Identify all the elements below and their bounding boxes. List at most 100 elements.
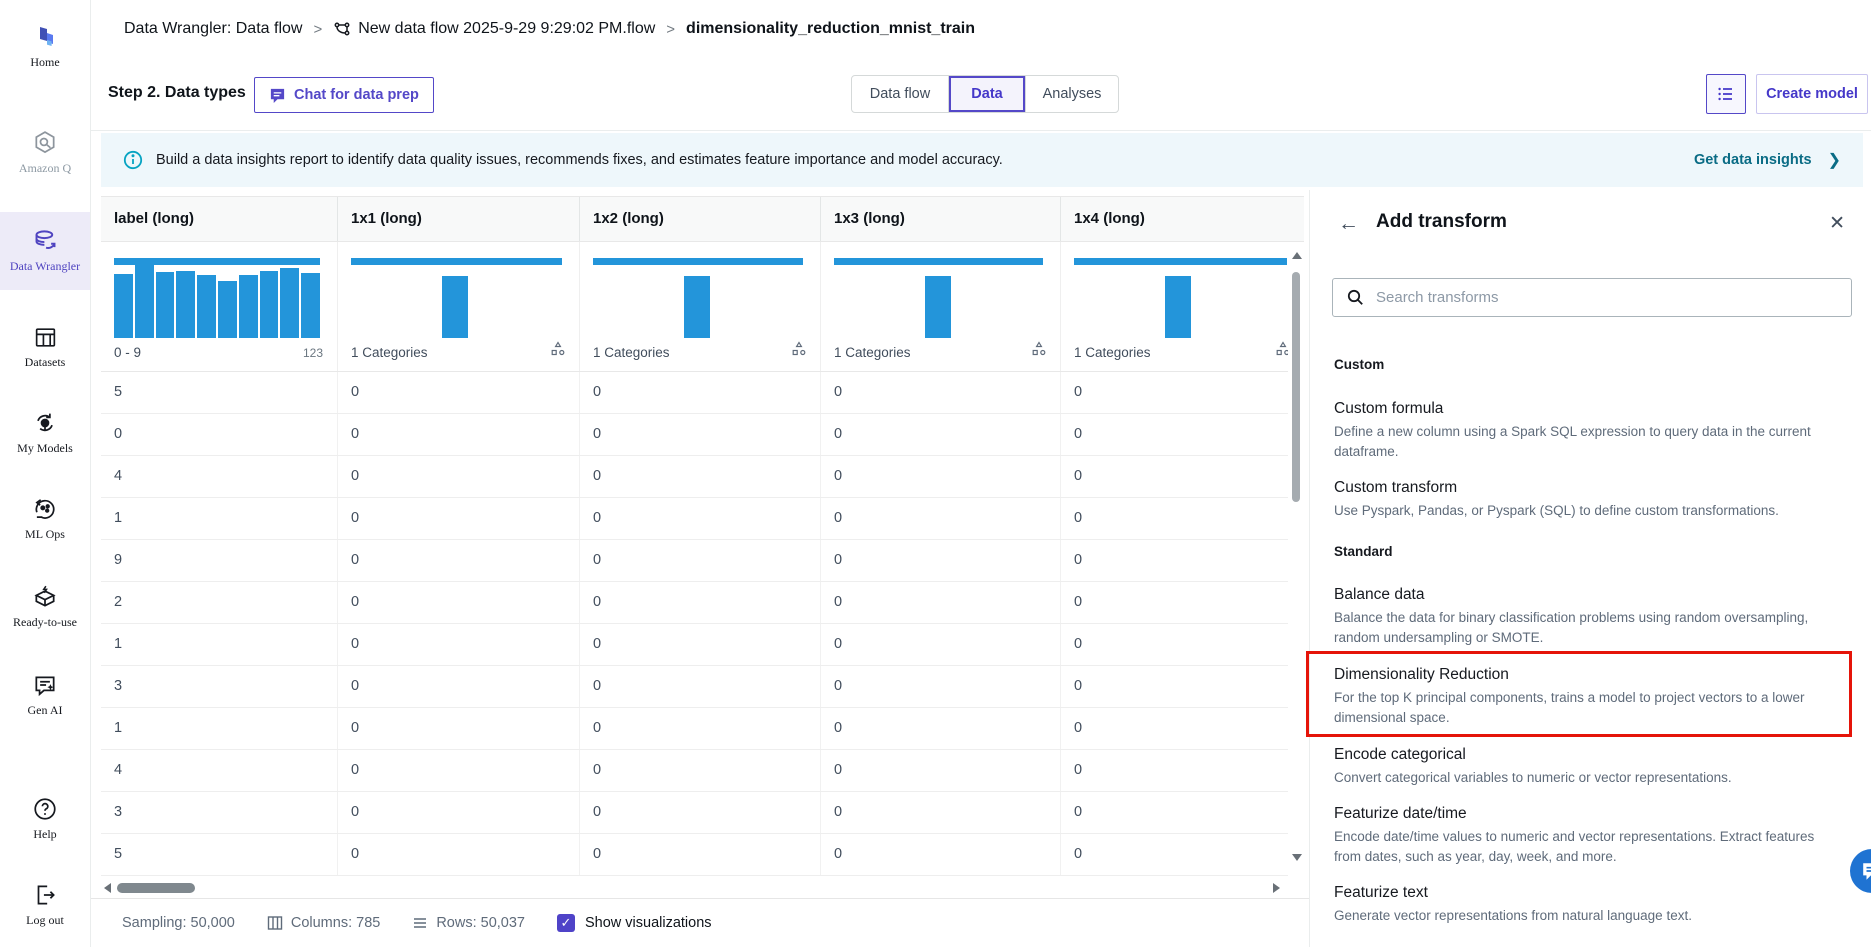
tab-analyses[interactable]: Analyses xyxy=(1025,76,1118,112)
toolbar: Step 2. Data types Chat for data prep Da… xyxy=(90,58,1871,131)
histogram-cell-1x2[interactable]: 1 Categories xyxy=(580,242,821,371)
breadcrumb-current-node: dimensionality_reduction_mnist_train xyxy=(686,20,975,38)
cell-1x1: 0 xyxy=(338,498,580,539)
transform-balance-data[interactable]: Balance data xyxy=(1334,586,1425,604)
tab-data-flow[interactable]: Data flow xyxy=(852,76,948,112)
sidebar-item-label: Amazon Q xyxy=(0,161,90,176)
table-header-row: label (long) 1x1 (long) 1x2 (long) 1x3 (… xyxy=(101,196,1304,242)
breadcrumb-root[interactable]: Data Wrangler: Data flow xyxy=(124,20,302,38)
transform-featurize-text[interactable]: Featurize text xyxy=(1334,884,1428,902)
column-header-1x1[interactable]: 1x1 (long) xyxy=(338,197,580,241)
sidebar-item-my-models[interactable]: My Models xyxy=(0,400,90,456)
cell-1x1: 0 xyxy=(338,414,580,455)
cell-1x1: 0 xyxy=(338,792,580,833)
table-vertical-scrollbar[interactable] xyxy=(1288,242,1304,878)
cell-1x1: 0 xyxy=(338,456,580,497)
scroll-left-arrow[interactable] xyxy=(104,883,111,893)
breadcrumb-separator: > xyxy=(666,21,675,38)
sidebar-item-data-wrangler[interactable]: Data Wrangler xyxy=(0,212,90,290)
column-header-1x2[interactable]: 1x2 (long) xyxy=(580,197,821,241)
histogram-bar xyxy=(1165,276,1191,338)
category-type-icon xyxy=(551,341,565,356)
show-visualizations-checkbox[interactable]: ✓ xyxy=(557,914,575,932)
panel-title: Add transform xyxy=(1376,211,1507,233)
horizontal-scroll-thumb[interactable] xyxy=(117,883,195,893)
transform-encode-categorical[interactable]: Encode categorical xyxy=(1334,746,1466,764)
histogram-bar xyxy=(218,281,237,338)
banner-message: Build a data insights report to identify… xyxy=(156,152,1003,168)
cell-1x4: 0 xyxy=(1061,414,1304,455)
sidebar-item-label: Home xyxy=(0,55,90,70)
histogram-footer: 1 Categories xyxy=(593,341,808,365)
view-tabs: Data flow Data Analyses xyxy=(851,75,1119,113)
cell-1x2: 0 xyxy=(580,708,821,749)
transform-description: For the top K principal components, trai… xyxy=(1334,688,1842,728)
histogram-cell-1x3[interactable]: 1 Categories xyxy=(821,242,1061,371)
cell-label: 4 xyxy=(101,456,338,497)
search-transforms-input[interactable] xyxy=(1374,288,1851,307)
histogram-cell-1x4[interactable]: 1 Categories xyxy=(1061,242,1304,371)
chat-for-data-prep-button[interactable]: Chat for data prep xyxy=(254,77,434,113)
app-sidebar: Home Amazon Q Data Wrangler Dataset xyxy=(0,0,91,947)
table-row: 5 0 0 0 0 xyxy=(101,372,1304,414)
sidebar-item-label: Datasets xyxy=(0,355,90,370)
cell-1x4: 0 xyxy=(1061,792,1304,833)
histogram-bar xyxy=(280,268,299,338)
tab-data[interactable]: Data xyxy=(948,76,1025,112)
scroll-down-arrow[interactable] xyxy=(1292,854,1302,861)
back-arrow-icon[interactable]: ← xyxy=(1338,212,1359,236)
sidebar-item-label: My Models xyxy=(0,441,90,456)
table-horizontal-scrollbar[interactable] xyxy=(101,878,1304,898)
close-icon[interactable]: ✕ xyxy=(1829,212,1845,235)
list-view-button[interactable] xyxy=(1706,74,1746,114)
column-header-label[interactable]: label (long) xyxy=(101,197,338,241)
sidebar-item-ml-ops[interactable]: ML Ops xyxy=(0,486,90,542)
cell-1x4: 0 xyxy=(1061,372,1304,413)
list-icon xyxy=(1716,84,1736,104)
sidebar-item-home[interactable]: Home xyxy=(0,14,90,70)
value-range: 0 - 9 xyxy=(114,345,141,360)
transform-custom-formula[interactable]: Custom formula xyxy=(1334,400,1443,418)
sidebar-item-ready-to-use[interactable]: Ready-to-use xyxy=(0,574,90,630)
category-type-icon xyxy=(792,341,806,356)
transform-description: Use Pyspark, Pandas, or Pyspark (SQL) to… xyxy=(1334,501,1842,521)
transform-featurize-datetime[interactable]: Featurize date/time xyxy=(1334,805,1467,823)
home-logo-icon xyxy=(0,22,90,52)
transform-description: Define a new column using a Spark SQL ex… xyxy=(1334,422,1842,462)
chevron-right-icon[interactable]: ❯ xyxy=(1828,150,1841,170)
column-header-1x4[interactable]: 1x4 (long) xyxy=(1061,197,1304,241)
help-icon xyxy=(0,794,90,824)
cell-1x4: 0 xyxy=(1061,708,1304,749)
histogram-cell-1x1[interactable]: 1 Categories xyxy=(338,242,580,371)
transform-dimensionality-reduction[interactable]: Dimensionality Reduction xyxy=(1334,666,1509,684)
breadcrumb-flow-file[interactable]: New data flow 2025-9-29 9:29:02 PM.flow xyxy=(358,20,655,38)
create-model-button[interactable]: Create model xyxy=(1756,74,1868,114)
table-status-bar: Sampling: 50,000 Columns: 785 Rows: 50,0… xyxy=(90,898,1309,947)
cell-1x4: 0 xyxy=(1061,624,1304,665)
get-data-insights-link[interactable]: Get data insights xyxy=(1694,152,1812,168)
cell-1x1: 0 xyxy=(338,834,580,875)
vertical-scroll-thumb[interactable] xyxy=(1292,272,1300,502)
sidebar-item-gen-ai[interactable]: Gen AI xyxy=(0,662,90,718)
scroll-right-arrow[interactable] xyxy=(1273,883,1280,893)
histogram-footer: 0 - 9 123 xyxy=(114,341,325,365)
cell-1x3: 0 xyxy=(821,834,1061,875)
info-icon xyxy=(123,150,143,170)
cell-1x3: 0 xyxy=(821,624,1061,665)
sidebar-item-help[interactable]: Help xyxy=(0,786,90,842)
histogram-cell-label[interactable]: 0 - 9 123 xyxy=(101,242,338,371)
sidebar-item-datasets[interactable]: Datasets xyxy=(0,314,90,370)
histogram-topline xyxy=(1074,258,1287,265)
sidebar-item-log-out[interactable]: Log out xyxy=(0,872,90,928)
column-header-1x3[interactable]: 1x3 (long) xyxy=(821,197,1061,241)
my-models-icon xyxy=(0,408,90,438)
cell-label: 2 xyxy=(101,582,338,623)
histogram-footer: 1 Categories xyxy=(351,341,567,365)
transform-custom-transform[interactable]: Custom transform xyxy=(1334,479,1457,497)
sidebar-item-amazon-q[interactable]: Amazon Q xyxy=(0,120,90,176)
scroll-up-arrow[interactable] xyxy=(1292,252,1302,259)
chat-bubble-icon xyxy=(1861,860,1871,882)
cell-1x3: 0 xyxy=(821,708,1061,749)
sidebar-item-label: Ready-to-use xyxy=(0,615,90,630)
category-count: 1 Categories xyxy=(1074,345,1151,360)
